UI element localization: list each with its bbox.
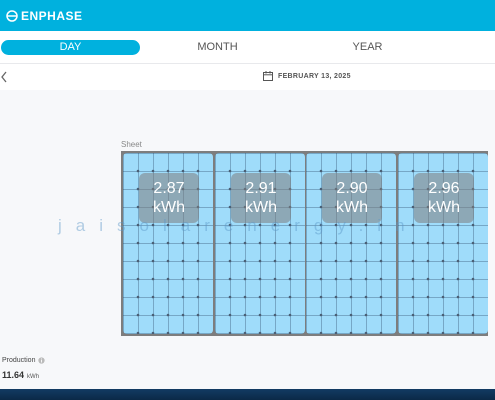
array-sheet-label: Sheet [121, 140, 142, 149]
panel-energy: 2.96 kWh [414, 173, 474, 223]
production-label-text: Production [2, 357, 36, 364]
panel-energy-value: 2.91 [245, 180, 277, 197]
chevron-left-icon[interactable] [0, 69, 14, 85]
date-navigation: FEBRUARY 13, 2025 [0, 63, 495, 91]
period-tabs: DAY MONTH YEAR [0, 31, 495, 63]
tab-day[interactable]: DAY [1, 40, 140, 55]
panel-energy-value: 2.87 [153, 180, 185, 197]
panel-energy-unit: kWh [428, 199, 460, 216]
panel-energy-unit: kWh [153, 199, 185, 216]
panel-energy-value: 2.96 [428, 180, 460, 197]
production-label: Production [2, 357, 46, 364]
solar-panel[interactable]: 2.91 kWh [215, 153, 305, 334]
selected-date: FEBRUARY 13, 2025 [278, 72, 351, 80]
production-total: 11.64 kWh [2, 370, 39, 380]
panel-energy-unit: kWh [245, 199, 277, 216]
enphase-logo-icon [6, 9, 18, 22]
production-value: 11.64 [2, 370, 25, 380]
solar-panel[interactable]: 2.96 kWh [398, 153, 488, 334]
production-unit: kWh [27, 374, 40, 380]
panel-energy-value: 2.90 [336, 180, 368, 197]
date-picker[interactable]: FEBRUARY 13, 2025 [263, 71, 351, 81]
calendar-icon [263, 71, 273, 81]
solar-array: 2.87 kWh 2.91 kWh 2.90 kWh 2.96 kWh [121, 151, 488, 336]
brand-name: ENPHASE [21, 8, 83, 23]
tab-year[interactable]: YEAR [320, 40, 415, 55]
solar-panel[interactable]: 2.90 kWh [306, 153, 396, 334]
brand-logo[interactable]: ENPHASE [6, 9, 83, 23]
tab-month[interactable]: MONTH [170, 40, 265, 55]
panel-energy-unit: kWh [336, 199, 368, 216]
info-icon[interactable] [38, 357, 46, 364]
solar-panel[interactable]: 2.87 kWh [123, 153, 213, 334]
app-header: ENPHASE [0, 0, 495, 31]
watermark-text: jaisolarenergy.in [58, 216, 419, 235]
bottom-bar [0, 389, 495, 400]
